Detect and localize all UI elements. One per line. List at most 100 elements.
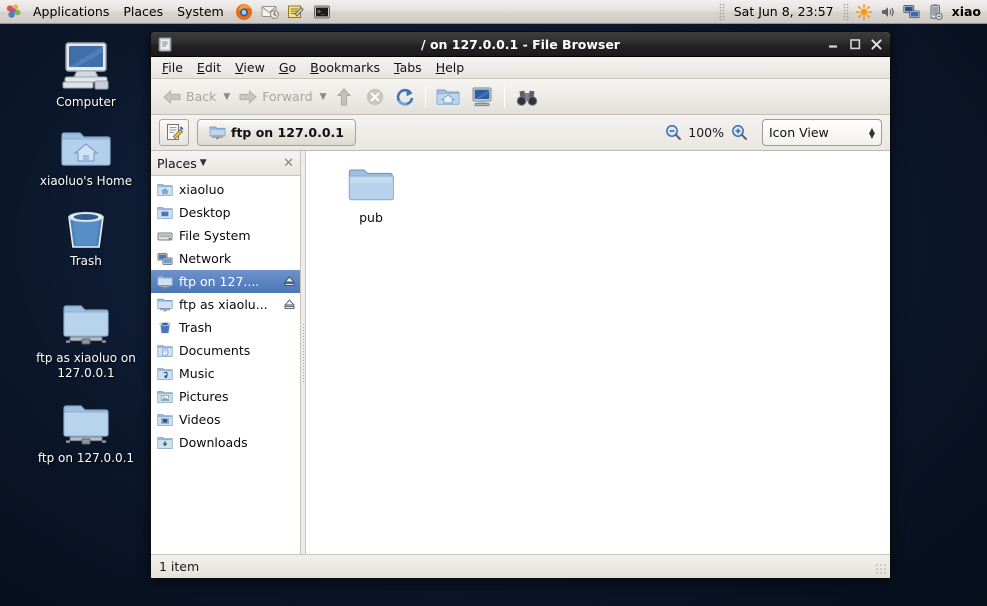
places-menu[interactable]: Places: [116, 1, 170, 23]
sidebar-item-documents[interactable]: Documents: [151, 339, 300, 362]
menu-go[interactable]: Go: [272, 58, 303, 77]
zoom-out-icon[interactable]: [664, 124, 682, 142]
desktop-icon-label: ftp as xiaoluo on 127.0.0.1: [36, 351, 136, 380]
sidebar-item-label: Documents: [179, 343, 251, 358]
sidebar-item-downloads[interactable]: Downloads: [151, 431, 300, 454]
home-folder-icon: [436, 89, 460, 105]
volume-icon[interactable]: [877, 1, 899, 23]
file-browser-window: / on 127.0.0.1 - File Browser File Edit Vi…: [150, 31, 891, 579]
chevron-down-icon[interactable]: ▼: [200, 158, 207, 168]
user-name-label[interactable]: xiao: [948, 4, 985, 19]
applications-menu[interactable]: Applications: [26, 1, 116, 23]
documents-folder-icon: [157, 344, 173, 357]
desktop-icon-trash[interactable]: Trash: [26, 205, 146, 269]
desktop-icon-ftp[interactable]: ftp on 127.0.0.1: [26, 400, 146, 466]
spinner-icon: ▲ ▼: [868, 125, 875, 140]
forward-button[interactable]: Forward: [232, 83, 317, 111]
zoom-in-icon[interactable]: [730, 124, 748, 142]
gedit-text-editor-icon[interactable]: [284, 1, 308, 23]
status-bar: 1 item: [151, 554, 890, 578]
sidebar-header[interactable]: Places ▼ ✕: [151, 151, 300, 176]
toolbar-separator: [425, 85, 427, 108]
sidebar-item-videos[interactable]: Videos: [151, 408, 300, 431]
home-folder-icon: [61, 132, 111, 166]
eject-icon[interactable]: [282, 298, 296, 312]
brightness-icon[interactable]: [853, 1, 875, 23]
panel-tray: Sat Jun 8, 23:57 xiao: [716, 0, 987, 24]
sidebar-item-label: ftp as xiaolu...: [179, 297, 268, 312]
resize-grip[interactable]: [875, 563, 887, 575]
gnome-foot-icon: [1, 1, 25, 23]
menu-tabs[interactable]: Tabs: [387, 58, 429, 77]
terminal-icon[interactable]: >_: [310, 1, 334, 23]
close-button[interactable]: [870, 38, 883, 51]
status-text: 1 item: [159, 559, 200, 574]
sidebar-item-trash[interactable]: Trash: [151, 316, 300, 339]
stop-icon: [367, 88, 384, 105]
arrow-left-icon: [163, 89, 181, 104]
window-controls: [826, 38, 890, 51]
remote-folder-icon: [63, 405, 109, 445]
zoom-level-label: 100%: [688, 125, 724, 140]
menu-help[interactable]: Help: [429, 58, 472, 77]
location-bar: ftp on 127.0.0.1 100% Icon View ▲ ▼: [151, 115, 890, 151]
stop-button[interactable]: [360, 83, 390, 111]
menu-edit[interactable]: Edit: [190, 58, 228, 77]
sidebar-close-icon[interactable]: ✕: [283, 156, 294, 171]
sidebar-item-pictures[interactable]: Pictures: [151, 385, 300, 408]
sidebar-item-label: Trash: [179, 320, 213, 335]
folder-icon: [348, 169, 394, 201]
window-titlebar[interactable]: / on 127.0.0.1 - File Browser: [151, 32, 890, 57]
desktop-icon-label: ftp on 127.0.0.1: [37, 451, 135, 465]
desktop-icon-ftp-as-xiaoluo[interactable]: ftp as xiaoluo on 127.0.0.1: [26, 300, 146, 381]
firefox-icon[interactable]: [232, 1, 256, 23]
sidebar-item-desktop[interactable]: Desktop: [151, 201, 300, 224]
svg-text:>_: >_: [317, 8, 325, 15]
desktop-icon-label: Trash: [70, 254, 102, 268]
menu-bar: File Edit View Go Bookmarks Tabs Help: [151, 57, 890, 79]
sidebar-item-music[interactable]: Music: [151, 362, 300, 385]
sidebar-item-file-system[interactable]: File System: [151, 224, 300, 247]
minimize-button[interactable]: [826, 38, 839, 51]
forward-dropdown-icon[interactable]: ▼: [318, 92, 329, 102]
desktop-folder-icon: [157, 206, 173, 219]
sidebar-item-label: Pictures: [179, 389, 229, 404]
home-button[interactable]: [431, 83, 465, 111]
clock[interactable]: Sat Jun 8, 23:57: [728, 4, 840, 19]
sidebar-item-ftp-as-xiaoluo[interactable]: ftp as xiaolu...: [151, 293, 300, 316]
sidebar-item-xiaoluo[interactable]: xiaoluo: [151, 178, 300, 201]
files-pane[interactable]: pub: [306, 151, 890, 554]
breadcrumb-button-ftp[interactable]: ftp on 127.0.0.1: [197, 119, 356, 146]
trash-icon: [159, 321, 171, 334]
eject-icon[interactable]: [282, 275, 296, 289]
evolution-mail-icon[interactable]: [258, 1, 282, 23]
places-list: xiaoluo Desktop File System Network ftp …: [151, 176, 300, 554]
desktop-icon-home[interactable]: xiaoluo's Home: [26, 125, 146, 189]
system-menu[interactable]: System: [170, 1, 231, 23]
desktop-icon-computer[interactable]: Computer: [26, 40, 146, 110]
view-mode-select[interactable]: Icon View ▲ ▼: [762, 119, 882, 146]
sidebar-item-ftp-on-127[interactable]: ftp on 127....: [151, 270, 300, 293]
up-button[interactable]: [328, 83, 360, 111]
back-dropdown-icon[interactable]: ▼: [221, 92, 232, 102]
battery-icon[interactable]: [925, 1, 947, 23]
network-icon[interactable]: [901, 1, 923, 23]
sidebar-item-network[interactable]: Network: [151, 247, 300, 270]
computer-button[interactable]: [465, 83, 499, 111]
back-button[interactable]: Back: [156, 83, 221, 111]
file-item-pub[interactable]: pub: [326, 161, 416, 227]
trash-icon: [68, 211, 104, 248]
menu-view[interactable]: View: [228, 58, 272, 77]
arrow-up-icon: [337, 87, 352, 105]
menu-file[interactable]: File: [155, 58, 190, 77]
menu-bookmarks[interactable]: Bookmarks: [303, 58, 387, 77]
home-folder-icon: [157, 183, 173, 196]
remote-folder-icon: [157, 275, 173, 288]
sidebar-item-label: Music: [179, 366, 215, 381]
maximize-button[interactable]: [848, 38, 861, 51]
reload-button[interactable]: [390, 83, 420, 111]
toggle-location-entry-button[interactable]: [159, 119, 189, 146]
toolbar-separator-2: [504, 85, 506, 108]
computer-icon: [62, 42, 109, 90]
search-button[interactable]: [510, 83, 544, 111]
